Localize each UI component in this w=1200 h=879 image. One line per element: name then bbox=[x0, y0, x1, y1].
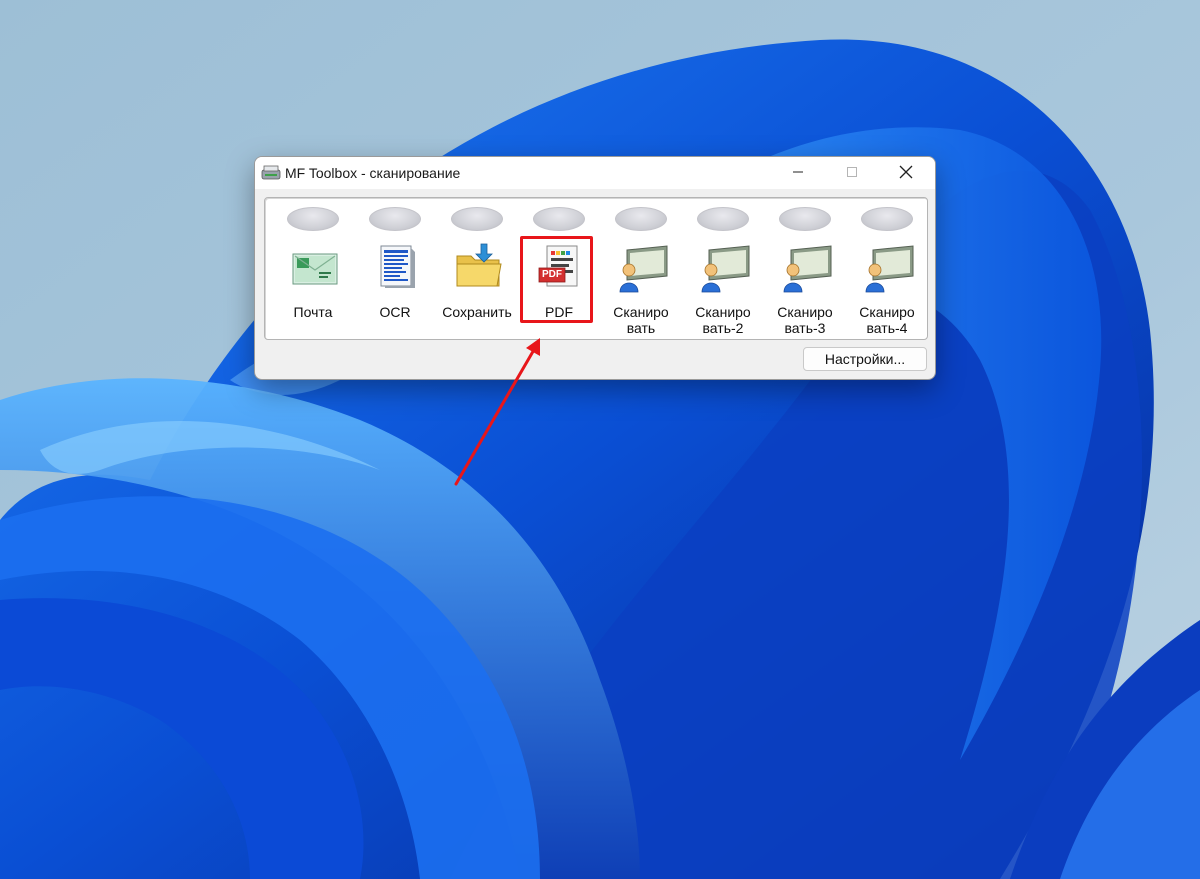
maximize-icon bbox=[847, 167, 857, 177]
status-oval bbox=[287, 207, 339, 231]
status-oval bbox=[369, 207, 421, 231]
pdf-highlight-box bbox=[520, 236, 593, 323]
settings-button[interactable]: Настройки... bbox=[803, 347, 927, 371]
tile-scan-2[interactable]: Сканиро вать-2 bbox=[685, 204, 761, 340]
tile-label: Сохранить bbox=[442, 304, 512, 320]
maximize-button[interactable] bbox=[829, 157, 875, 187]
tile-ocr[interactable]: OCR bbox=[357, 204, 433, 340]
tile-label: Сканиро вать-3 bbox=[777, 304, 833, 336]
tile-scan-3[interactable]: Сканиро вать-3 bbox=[767, 204, 843, 340]
scan-user-icon bbox=[701, 245, 750, 293]
tile-label: Почта bbox=[293, 304, 333, 320]
ocr-document-icon bbox=[380, 245, 415, 288]
status-oval bbox=[861, 207, 913, 231]
tile-label: Сканиро вать-2 bbox=[695, 304, 751, 336]
tile-label: Сканиро вать-4 bbox=[859, 304, 915, 336]
tile-scan-4[interactable]: Сканиро вать-4 bbox=[849, 204, 925, 340]
scan-user-icon bbox=[865, 245, 914, 293]
folder-save-icon bbox=[456, 243, 502, 287]
scan-user-icon bbox=[619, 245, 668, 293]
tile-label: OCR bbox=[379, 304, 411, 320]
title-bar[interactable]: MF Toolbox - сканирование bbox=[255, 157, 935, 189]
minimize-icon bbox=[793, 171, 803, 173]
status-oval bbox=[697, 207, 749, 231]
close-button[interactable] bbox=[883, 157, 929, 187]
tile-scan[interactable]: Сканиро вать bbox=[603, 204, 679, 340]
mf-toolbox-window: MF Toolbox - сканирование Почта OCR Сохр… bbox=[254, 156, 936, 380]
scan-user-icon bbox=[783, 245, 832, 293]
close-icon bbox=[899, 165, 913, 179]
scanner-app-icon bbox=[261, 165, 281, 180]
status-oval bbox=[615, 207, 667, 231]
desktop-wallpaper bbox=[0, 0, 1200, 879]
minimize-button[interactable] bbox=[775, 157, 821, 187]
tile-mail[interactable]: Почта bbox=[275, 204, 351, 340]
status-oval bbox=[779, 207, 831, 231]
mail-icon bbox=[292, 253, 338, 285]
status-oval bbox=[533, 207, 585, 231]
scan-buttons-panel: Почта OCR Сохранить PDF PDF Сканиро вать… bbox=[264, 197, 928, 340]
status-oval bbox=[451, 207, 503, 231]
window-title: MF Toolbox - сканирование bbox=[285, 165, 461, 181]
tile-save[interactable]: Сохранить bbox=[439, 204, 515, 340]
tile-label: Сканиро вать bbox=[613, 304, 669, 336]
